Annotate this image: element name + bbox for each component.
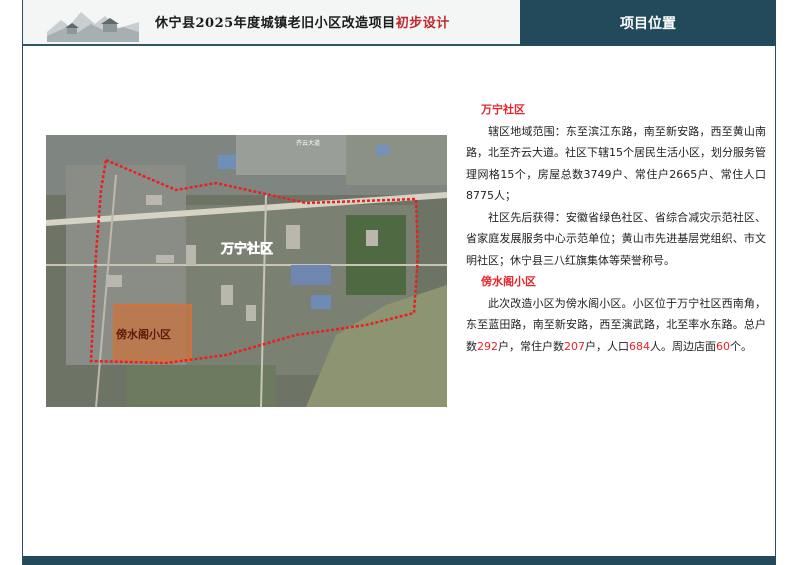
section-title-community: 万宁社区	[481, 103, 525, 116]
population-value: 684	[629, 339, 650, 353]
households-total-value: 292	[477, 339, 498, 353]
subarea-description: 此次改造小区为傍水阁小区。小区位于万宁社区西南角，东至蓝田路，南至新安路，西至演…	[466, 296, 766, 353]
section-title-subarea: 傍水阁小区	[481, 275, 536, 288]
map-svg: 万宁社区 傍水阁小区 齐云大道	[46, 135, 447, 407]
households-resident-value: 207	[564, 339, 585, 353]
landscape-logo-icon	[47, 2, 139, 42]
satellite-map: 万宁社区 傍水阁小区 齐云大道	[46, 135, 447, 407]
page-title: 休宁县2025年度城镇老旧小区改造项目初步设计	[155, 16, 450, 31]
community-honors: 社区先后获得：安徽省绿色社区、省综合减灾示范社区、省家庭发展服务中心示范单位；黄…	[466, 210, 766, 267]
header-bar: 休宁县2025年度城镇老旧小区改造项目初步设计	[23, 0, 520, 46]
community-map-label: 万宁社区	[220, 241, 273, 257]
content-column: 万宁社区 辖区地域范围：东至滨江东路，南至新安路，西至黄山南路，北至齐云大道。社…	[466, 99, 766, 357]
footer-bar	[23, 556, 776, 565]
shops-value: 60	[716, 339, 730, 353]
section-label: 项目位置	[520, 0, 776, 46]
community-description: 辖区地域范围：东至滨江东路，南至新安路，西至黄山南路，北至齐云大道。社区下辖15…	[466, 124, 766, 203]
road-map-label: 齐云大道	[296, 139, 320, 147]
subarea-map-label: 傍水阁小区	[116, 327, 171, 341]
